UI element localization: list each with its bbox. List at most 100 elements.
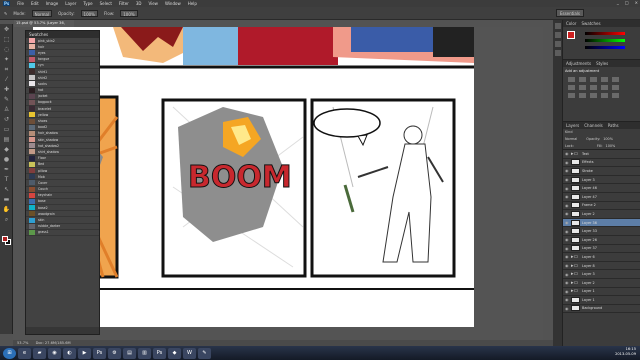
photo-filter-adjustment-icon[interactable] <box>601 85 608 90</box>
tab-channels[interactable]: Channels <box>584 122 603 129</box>
visibility-eye-icon[interactable]: ◉ <box>565 254 569 259</box>
layer-row[interactable]: ◉ ▸▭ Layer 3 <box>563 270 640 279</box>
visibility-eye-icon[interactable]: ◉ <box>565 177 569 182</box>
menu-select[interactable]: Select <box>100 1 112 6</box>
bw-adjustment-icon[interactable] <box>590 85 597 90</box>
flow-field[interactable]: 100% <box>120 9 138 17</box>
brush-tool-icon[interactable]: ✎ <box>2 95 11 104</box>
history-brush-icon[interactable]: ↺ <box>2 115 11 124</box>
threshold-adjustment-icon[interactable] <box>590 93 597 98</box>
visibility-eye-icon[interactable]: ◉ <box>565 220 569 225</box>
tab-swatches[interactable]: Swatches <box>581 20 600 27</box>
type-tool-icon[interactable]: T <box>2 175 11 184</box>
menu-3d[interactable]: 3D <box>136 1 142 6</box>
character-panel-icon[interactable] <box>555 50 561 56</box>
visibility-eye-icon[interactable]: ◉ <box>565 297 569 302</box>
shape-tool-icon[interactable]: ▬ <box>2 195 11 204</box>
layer-row[interactable]: ◉ Background <box>563 305 640 314</box>
layer-row[interactable]: ◉ Layer 37 <box>563 245 640 254</box>
curves-adjustment-icon[interactable] <box>590 77 597 82</box>
taskbar-media-icon[interactable]: ▶ <box>78 347 91 359</box>
layer-fill-field[interactable]: 100% <box>606 144 616 148</box>
layer-row[interactable]: ◉ Layer 3 <box>563 176 640 185</box>
hue-adjustment-icon[interactable] <box>568 85 575 90</box>
layer-row[interactable]: ◉ ▸▭ Text <box>563 150 640 159</box>
taskbar-files-icon[interactable]: ▥ <box>138 347 151 359</box>
brush-tool-icon[interactable]: ✎ <box>4 11 7 16</box>
foreground-color-swatch[interactable] <box>2 236 8 242</box>
layer-row[interactable]: ◉ ▸▭ Layer 2 <box>563 279 640 288</box>
history-panel-icon[interactable] <box>555 23 561 29</box>
maximize-icon[interactable]: □ <box>625 0 629 5</box>
taskbar-chrome-icon[interactable]: ◉ <box>48 347 61 359</box>
visibility-eye-icon[interactable]: ◉ <box>565 246 569 251</box>
posterize-adjustment-icon[interactable] <box>579 93 586 98</box>
eraser-tool-icon[interactable]: ▭ <box>2 125 11 134</box>
gradient-tool-icon[interactable]: ▤ <box>2 135 11 144</box>
properties-panel-icon[interactable] <box>555 32 561 38</box>
visibility-eye-icon[interactable]: ◉ <box>565 289 569 294</box>
layer-opacity-field[interactable]: 100% <box>603 137 613 142</box>
workspace-switcher[interactable]: Essentials <box>555 9 584 17</box>
visibility-eye-icon[interactable]: ◉ <box>565 151 569 156</box>
layer-row[interactable]: ◉ Layer 36 <box>563 218 640 228</box>
balance-adjustment-icon[interactable] <box>579 85 586 90</box>
swatch-row[interactable]: grass1 <box>26 229 99 236</box>
exposure-adjustment-icon[interactable] <box>601 77 608 82</box>
visibility-eye-icon[interactable]: ◉ <box>565 229 569 234</box>
blur-tool-icon[interactable]: ◆ <box>2 145 11 154</box>
minimize-icon[interactable]: _ <box>617 0 619 5</box>
layer-row[interactable]: ◉ Effects <box>563 159 640 168</box>
system-clock[interactable]: 16:15 2013-05-09 <box>615 347 636 357</box>
tab-layers[interactable]: Layers <box>566 122 579 129</box>
visibility-eye-icon[interactable]: ◉ <box>565 280 569 285</box>
tab-color[interactable]: Color <box>566 20 576 27</box>
layer-row[interactable]: ◉ Layer 2 <box>563 210 640 219</box>
visibility-eye-icon[interactable]: ◉ <box>565 306 569 311</box>
lasso-tool-icon[interactable]: ◌ <box>2 45 11 54</box>
layer-row[interactable]: ◉ ▸▭ Layer 8 <box>563 262 640 271</box>
layer-row[interactable]: ◉ Layer 1 <box>563 296 640 305</box>
tab-paths[interactable]: Paths <box>608 122 619 129</box>
layer-row[interactable]: ◉ Layer 26 <box>563 236 640 245</box>
menu-image[interactable]: Image <box>46 1 59 6</box>
menu-help[interactable]: Help <box>188 1 197 6</box>
invert-adjustment-icon[interactable] <box>568 93 575 98</box>
menu-view[interactable]: View <box>148 1 158 6</box>
start-button[interactable]: ⊞ <box>3 347 16 359</box>
gradient-map-adjustment-icon[interactable] <box>601 93 608 98</box>
stamp-tool-icon[interactable]: ♙ <box>2 105 11 114</box>
hand-tool-icon[interactable]: ✋ <box>2 205 11 214</box>
mode-select[interactable]: Normal <box>31 9 53 17</box>
layer-row[interactable]: ◉ Stroke <box>563 167 640 176</box>
layer-row[interactable]: ◉ Frame 2 <box>563 202 640 211</box>
crop-tool-icon[interactable]: ⌗ <box>2 65 11 74</box>
visibility-eye-icon[interactable]: ◉ <box>565 272 569 277</box>
visibility-eye-icon[interactable]: ◉ <box>565 211 569 216</box>
visibility-eye-icon[interactable]: ◉ <box>565 194 569 199</box>
visibility-eye-icon[interactable]: ◉ <box>565 168 569 173</box>
visibility-eye-icon[interactable]: ◉ <box>565 160 569 165</box>
dodge-tool-icon[interactable]: ● <box>2 155 11 164</box>
taskbar-paint-icon[interactable]: ✎ <box>198 347 211 359</box>
pen-tool-icon[interactable]: ✒ <box>2 165 11 174</box>
close-icon[interactable]: × <box>635 0 638 5</box>
taskbar-explorer-icon[interactable]: ▰ <box>33 347 46 359</box>
path-select-tool-icon[interactable]: ↖ <box>2 185 11 194</box>
document-tab[interactable]: 15.psd @ 53.7% (Layer 36, RGB/8#) * <box>14 20 74 32</box>
red-slider[interactable] <box>585 32 625 35</box>
menu-file[interactable]: File <box>17 1 24 6</box>
eyedropper-tool-icon[interactable]: ⁄ <box>2 75 11 84</box>
vibrance-adjustment-icon[interactable] <box>612 77 619 82</box>
taskbar-app-icon[interactable]: ◆ <box>168 347 181 359</box>
layer-kind-filter[interactable]: Kind <box>565 130 572 135</box>
visibility-eye-icon[interactable]: ◉ <box>565 237 569 242</box>
layer-row[interactable]: ◉ Layer 47 <box>563 193 640 202</box>
mixer-adjustment-icon[interactable] <box>612 85 619 90</box>
tab-adjustments[interactable]: Adjustments <box>566 60 591 67</box>
menu-edit[interactable]: Edit <box>31 1 39 6</box>
marquee-tool-icon[interactable]: ⬚ <box>2 35 11 44</box>
quick-select-tool-icon[interactable]: ✦ <box>2 55 11 64</box>
blue-slider[interactable] <box>585 46 625 49</box>
menu-type[interactable]: Type <box>83 1 92 6</box>
